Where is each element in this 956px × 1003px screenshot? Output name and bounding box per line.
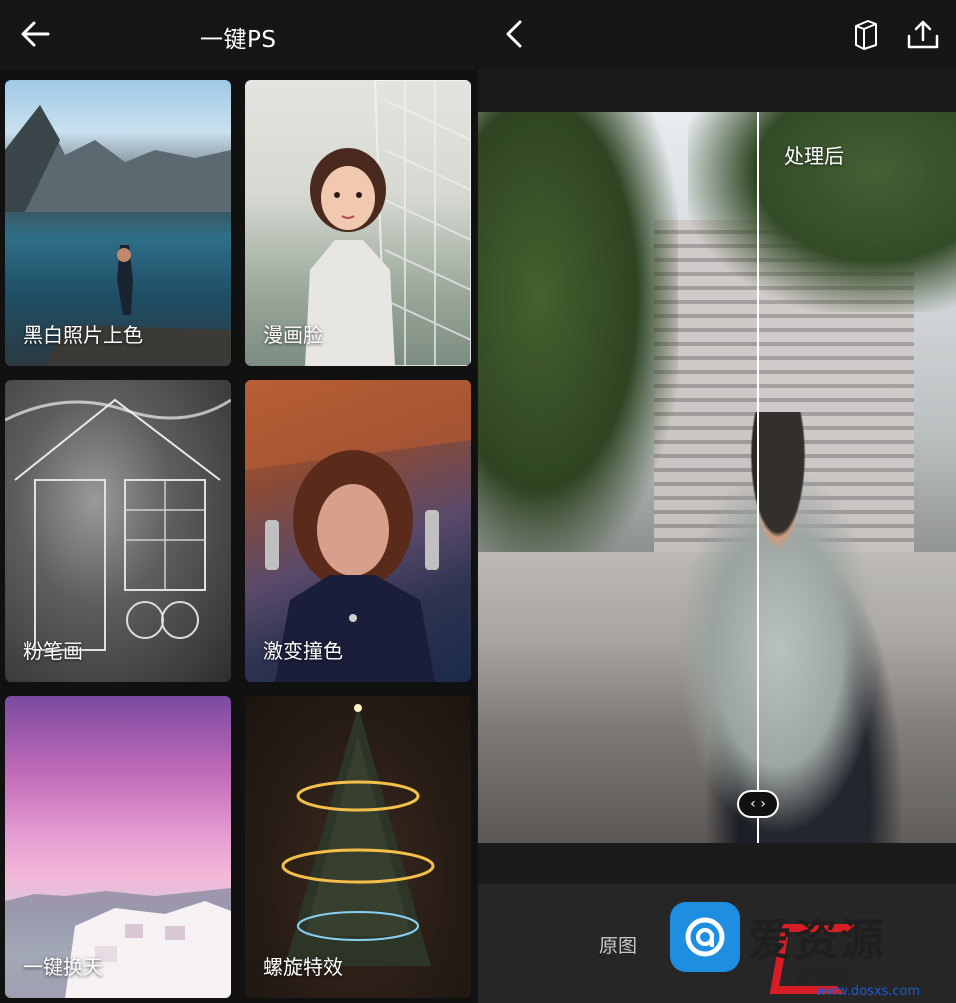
book-icon[interactable] <box>852 18 880 50</box>
after-label: 处理后 <box>784 144 844 168</box>
watermark-logo-icon <box>670 902 740 972</box>
card-label: 一键换天 <box>23 955 103 979</box>
effect-card-spiral[interactable]: 螺旋特效 <box>245 696 471 998</box>
share-icon[interactable] <box>905 18 941 50</box>
watermark-title: 爱资源 <box>748 915 886 966</box>
effects-panel: 一键PS 黑白照片上色 漫画脸 粉笔画 激变撞色 一键换天 螺旋特效 <box>0 0 476 1003</box>
back-arrow-icon[interactable] <box>18 17 52 51</box>
watermark-url: www.dosxs.com <box>816 984 921 999</box>
card-label: 粉笔画 <box>23 639 83 663</box>
after-region <box>758 112 956 843</box>
effect-card-cartoon[interactable]: 漫画脸 <box>245 80 471 366</box>
original-toggle[interactable]: 原图 <box>599 931 637 958</box>
bottom-bar: 原图 爱资源 资源网 www.dosxs.com <box>478 884 956 1003</box>
header: 一键PS <box>0 0 476 70</box>
card-label: 黑白照片上色 <box>23 323 143 347</box>
before-after-compare[interactable]: 处理后 ‹ › <box>478 112 956 843</box>
card-label: 激变撞色 <box>263 639 343 663</box>
chevron-left-icon[interactable] <box>500 18 530 50</box>
effect-card-sky[interactable]: 一键换天 <box>5 696 231 998</box>
effect-card-contrast[interactable]: 激变撞色 <box>245 380 471 682</box>
compare-divider[interactable] <box>757 112 759 843</box>
card-label: 漫画脸 <box>263 323 323 347</box>
header <box>478 0 956 70</box>
page-title: 一键PS <box>200 27 277 53</box>
effect-card-chalk[interactable]: 粉笔画 <box>5 380 231 682</box>
compare-panel: 处理后 ‹ › 原图 爱资源 资源网 www.dosxs.com <box>478 0 956 1003</box>
compare-handle-icon[interactable]: ‹ › <box>737 790 779 818</box>
card-label: 螺旋特效 <box>263 955 343 979</box>
effect-card-colorize[interactable]: 黑白照片上色 <box>5 80 231 366</box>
